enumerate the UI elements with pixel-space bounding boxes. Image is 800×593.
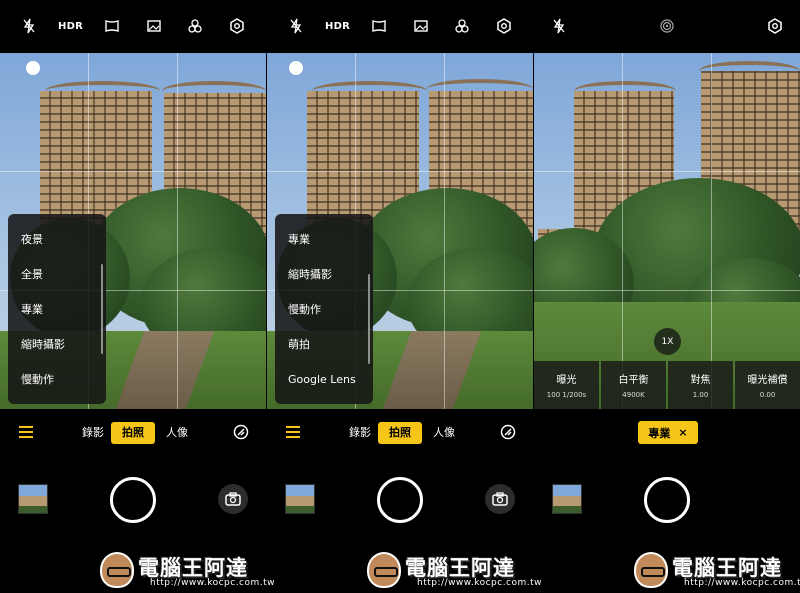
- gallery-thumbnail[interactable]: [552, 484, 582, 514]
- watermark: 電腦王阿達 http://www.kocpc.com.tw: [100, 548, 280, 590]
- watermark-url: http://www.kocpc.com.tw: [684, 578, 800, 588]
- mascot-icon: [367, 552, 401, 588]
- mascot-icon: [100, 552, 134, 588]
- menu-item-night[interactable]: 夜景: [8, 222, 106, 257]
- menu-scrollbar[interactable]: [101, 264, 103, 354]
- photo-icon[interactable]: [143, 15, 165, 37]
- shutter-button[interactable]: [110, 477, 156, 523]
- pro-exposure-compensation[interactable]: 曝光補償 0.00: [735, 361, 800, 409]
- capture-controls: [0, 470, 266, 530]
- camera-viewfinder[interactable]: 1X 曝光 100 1/200s 白平衡 4900K 對焦 1.00 曝光補償 …: [534, 53, 800, 409]
- top-toolbar: [534, 0, 800, 52]
- watermark-url: http://www.kocpc.com.tw: [150, 578, 276, 588]
- switch-camera-button[interactable]: [485, 484, 515, 514]
- watermark: 電腦王阿達 http://www.kocpc.com.tw: [367, 548, 547, 590]
- camera-screen-2: HDR 專業 縮時攝影 慢動作 萌拍 Google Lens 錄影 拍照 人像: [267, 0, 533, 593]
- mode-tab-portrait[interactable]: 人像: [162, 422, 192, 444]
- beauty-filter-icon[interactable]: [232, 423, 250, 441]
- mode-tab-photo[interactable]: 拍照: [378, 422, 422, 444]
- menu-item-slowmo[interactable]: 慢動作: [275, 292, 373, 327]
- settings-icon[interactable]: [226, 15, 248, 37]
- switch-camera-icon: [225, 492, 241, 506]
- pro-controls: 曝光 100 1/200s 白平衡 4900K 對焦 1.00 曝光補償 0.0…: [534, 361, 800, 409]
- pro-focus[interactable]: 對焦 1.00: [668, 361, 733, 409]
- pro-value: 1.00: [692, 391, 709, 399]
- menu-icon[interactable]: [286, 426, 300, 438]
- capture-controls: [267, 470, 533, 530]
- photo-icon[interactable]: [410, 15, 432, 37]
- pro-mode-chip[interactable]: 專業 ×: [638, 421, 698, 444]
- mode-tab-photo[interactable]: 拍照: [111, 422, 155, 444]
- settings-icon[interactable]: [493, 15, 515, 37]
- mode-bar: 專業 ×: [534, 418, 800, 448]
- menu-item-google-lens[interactable]: Google Lens: [275, 362, 373, 397]
- menu-item-panorama[interactable]: 全景: [8, 257, 106, 292]
- zoom-button[interactable]: 1X: [654, 328, 681, 355]
- moon: [289, 61, 303, 75]
- menu-item-timelapse[interactable]: 縮時攝影: [275, 257, 373, 292]
- menu-item-pro[interactable]: 專業: [8, 292, 106, 327]
- hdr-button[interactable]: HDR: [325, 15, 350, 37]
- pro-exposure[interactable]: 曝光 100 1/200s: [534, 361, 599, 409]
- shutter-button[interactable]: [644, 477, 690, 523]
- flash-off-icon[interactable]: [18, 15, 40, 37]
- pro-value: 100 1/200s: [546, 391, 587, 399]
- screenshot-comparison: HDR 夜景 全景 專業 縮時攝影 慢動作 錄影 拍照 人像 HDR 專業 縮時…: [0, 0, 800, 593]
- watermark: 電腦王阿達 http://www.kocpc.com.tw: [634, 548, 800, 590]
- mascot-icon: [634, 552, 668, 588]
- camera-screen-1: HDR 夜景 全景 專業 縮時攝影 慢動作 錄影 拍照 人像: [0, 0, 266, 593]
- filter-icon[interactable]: [451, 15, 473, 37]
- gallery-thumbnail[interactable]: [18, 484, 48, 514]
- menu-item-slowmo[interactable]: 慢動作: [8, 362, 106, 397]
- gallery-thumbnail[interactable]: [285, 484, 315, 514]
- metering-icon[interactable]: [656, 15, 678, 37]
- moon: [26, 61, 40, 75]
- menu-item-cute[interactable]: 萌拍: [275, 327, 373, 362]
- camera-screen-3: 1X 曝光 100 1/200s 白平衡 4900K 對焦 1.00 曝光補償 …: [534, 0, 800, 593]
- pro-label: 白平衡: [618, 375, 649, 386]
- top-toolbar: HDR: [0, 0, 266, 52]
- filter-icon[interactable]: [184, 15, 206, 37]
- shutter-button[interactable]: [377, 477, 423, 523]
- pro-label: 曝光補償: [747, 375, 788, 386]
- settings-icon[interactable]: [764, 15, 786, 37]
- pro-chip-label: 專業: [648, 426, 671, 440]
- mode-tab-portrait[interactable]: 人像: [429, 422, 459, 444]
- pro-label: 曝光: [556, 375, 577, 386]
- capture-controls: [534, 470, 800, 530]
- menu-scrollbar[interactable]: [368, 274, 370, 364]
- mode-tab-video[interactable]: 錄影: [78, 422, 108, 444]
- more-modes-menu: 夜景 全景 專業 縮時攝影 慢動作: [8, 214, 106, 404]
- pro-value: 4900K: [622, 391, 645, 399]
- top-toolbar: HDR: [267, 0, 533, 52]
- switch-camera-icon: [492, 492, 508, 506]
- pro-value: 0.00: [759, 391, 776, 399]
- menu-item-pro[interactable]: 專業: [275, 222, 373, 257]
- mode-tab-video[interactable]: 錄影: [345, 422, 375, 444]
- menu-item-timelapse[interactable]: 縮時攝影: [8, 327, 106, 362]
- panorama-icon[interactable]: [101, 15, 123, 37]
- flash-off-icon[interactable]: [285, 15, 307, 37]
- close-icon[interactable]: ×: [678, 426, 687, 439]
- flash-off-icon[interactable]: [548, 15, 570, 37]
- switch-camera-button[interactable]: [218, 484, 248, 514]
- more-modes-menu: 專業 縮時攝影 慢動作 萌拍 Google Lens: [275, 214, 373, 404]
- watermark-url: http://www.kocpc.com.tw: [417, 578, 543, 588]
- beauty-filter-icon[interactable]: [499, 423, 517, 441]
- mode-bar: 錄影 拍照 人像: [0, 418, 266, 448]
- mode-bar: 錄影 拍照 人像: [267, 418, 533, 448]
- menu-icon[interactable]: [19, 426, 33, 438]
- panorama-icon[interactable]: [368, 15, 390, 37]
- hdr-button[interactable]: HDR: [58, 15, 83, 37]
- pro-label: 對焦: [690, 375, 711, 386]
- pro-white-balance[interactable]: 白平衡 4900K: [601, 361, 666, 409]
